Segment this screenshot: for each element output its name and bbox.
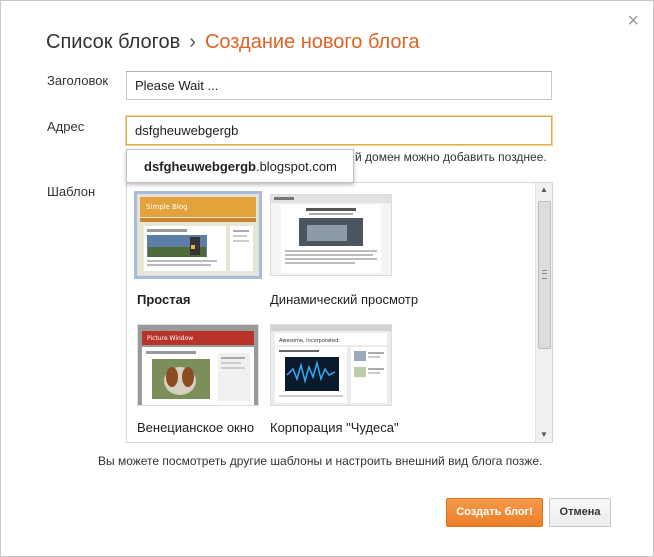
suggestion-subdomain: dsfgheuwebgergb [144, 159, 256, 174]
address-suggestion[interactable]: dsfgheuwebgergb.blogspot.com [126, 149, 354, 183]
close-icon[interactable]: × [627, 11, 639, 31]
title-input[interactable]: Please Wait ... [126, 71, 552, 100]
scrollbar-thumb[interactable] [538, 201, 551, 349]
template-name-dynamic-views: Динамический просмотр [270, 292, 419, 307]
template-name-picture-window: Венецианское окно [137, 420, 255, 435]
create-blog-dialog: × Список блогов › Создание нового блога За… [0, 0, 654, 557]
template-gallery: Simple Blog Простая Динамический просмот… [126, 182, 553, 443]
title-label: Заголовок [47, 73, 109, 88]
template-thumbnail-dynamic-views[interactable] [270, 194, 392, 276]
template-name-simple: Простая [137, 292, 191, 307]
address-hint: й домен можно добавить позднее. [355, 150, 547, 164]
cancel-button[interactable]: Отмена [549, 498, 611, 527]
thumb-title-awesome-inc: Awesome, Incorporated [279, 338, 338, 344]
template-name-awesome-inc: Корпорация "Чудеса" [270, 420, 399, 435]
template-thumbnail-simple[interactable]: Simple Blog [134, 191, 262, 279]
scroll-up-arrow-icon[interactable]: ▲ [536, 183, 552, 197]
template-thumbnail-picture-window[interactable]: Picture Window [137, 324, 259, 406]
breadcrumb-blog-list[interactable]: Список блогов [46, 31, 180, 53]
suggestion-domain: .blogspot.com [255, 159, 337, 174]
template-label: Шаблон [47, 184, 96, 199]
page-title: Создание нового блога [204, 31, 420, 53]
templates-footer-note: Вы можете посмотреть другие шаблоны и на… [98, 454, 543, 468]
template-scrollbar[interactable]: ▲ ▼ [535, 183, 552, 442]
breadcrumb: Список блогов › Создание нового блога [46, 31, 420, 54]
scroll-down-arrow-icon[interactable]: ▼ [536, 428, 552, 442]
thumb-title-picture-window: Picture Window [147, 335, 193, 342]
address-label: Адрес [47, 119, 85, 134]
address-input[interactable]: dsfgheuwebgergb [126, 116, 552, 145]
breadcrumb-separator: › [189, 31, 196, 53]
thumb-title-simple: Simple Blog [146, 203, 188, 211]
template-thumbnail-awesome-inc[interactable]: Awesome, Incorporated [270, 324, 392, 406]
create-blog-button[interactable]: Создать блог! [446, 498, 543, 527]
scrollbar-grip-icon [542, 270, 547, 279]
